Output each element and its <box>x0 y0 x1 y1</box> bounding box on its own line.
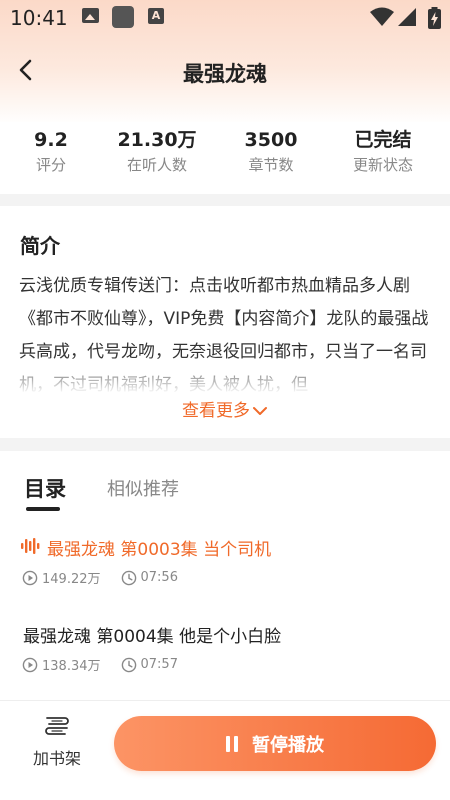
stat-label: 更新状态 <box>352 156 413 174</box>
wifi-icon <box>370 7 394 26</box>
clock-icon <box>121 570 136 585</box>
catalog-section: 目录 相似推荐 最强龙魂 第0003集 当个司机 149.22万 07:56 最… <box>0 451 450 701</box>
intro-section: 简介 云浅优质专辑传送门：点击收听都市热血精品多人剧《都市不败仙尊》，VIP免费… <box>0 206 450 438</box>
album-stats: 9.2 评分 21.30万 在听人数 3500 章节数 已完结 更新状态 <box>0 122 450 194</box>
episode-plays: 149.22万 <box>22 568 101 587</box>
stat-value: 已完结 <box>354 129 412 151</box>
episode-meta: 138.34万 07:57 <box>22 655 198 674</box>
battery-charging-icon <box>428 7 441 29</box>
plays-count: 138.34万 <box>42 659 101 674</box>
bookshelf-icon <box>45 717 69 735</box>
play-circle-icon <box>22 570 38 585</box>
stat-label: 在听人数 <box>126 156 187 174</box>
plays-count: 149.22万 <box>42 572 101 587</box>
add-to-shelf-label: 加书架 <box>32 749 81 768</box>
sound-wave-icon <box>21 538 40 554</box>
keyboard-notification-icon: A <box>148 8 164 24</box>
stat-value: 3500 <box>244 129 298 151</box>
stat-chapters: 3500 章节数 <box>236 126 306 176</box>
episode-item[interactable]: 最强龙魂 第0004集 他是个小白脸 138.34万 07:57 <box>0 622 450 682</box>
stat-label: 评分 <box>35 156 66 174</box>
stat-update-status: 已完结 更新状态 <box>343 126 423 176</box>
pause-icon <box>226 735 242 752</box>
tab-catalog[interactable]: 目录 <box>24 473 66 503</box>
episode-item-playing[interactable]: 最强龙魂 第0003集 当个司机 149.22万 07:56 <box>0 535 450 595</box>
episode-title: 最强龙魂 第0004集 他是个小白脸 <box>23 627 282 647</box>
gallery-notification-icon <box>82 8 99 23</box>
tab-similar[interactable]: 相似推荐 <box>107 475 179 501</box>
app-notification-icon <box>112 6 134 28</box>
pause-playback-label: 暂停播放 <box>252 734 324 756</box>
intro-title: 简介 <box>20 234 60 258</box>
page-title: 最强龙魂 <box>183 62 267 86</box>
status-bar: 10:41 A <box>0 0 450 36</box>
stat-label: 章节数 <box>248 156 294 174</box>
see-more-button[interactable]: 查看更多 <box>0 396 450 421</box>
signal-icon <box>398 8 416 26</box>
episode-meta: 149.22万 07:56 <box>22 568 198 587</box>
duration-text: 07:57 <box>140 657 178 672</box>
play-circle-icon <box>22 657 38 672</box>
episode-plays: 138.34万 <box>22 655 101 674</box>
bottom-action-bar: 加书架 暂停播放 <box>0 700 450 800</box>
chevron-down-icon <box>253 407 267 415</box>
see-more-label: 查看更多 <box>182 401 250 421</box>
episode-duration: 07:56 <box>121 570 178 586</box>
stat-value: 9.2 <box>34 129 68 151</box>
episode-duration: 07:57 <box>121 657 178 673</box>
clock-icon <box>121 657 136 672</box>
nav-header: 最强龙魂 <box>0 44 450 100</box>
status-time: 10:41 <box>10 6 68 30</box>
pause-playback-button[interactable]: 暂停播放 <box>114 716 436 771</box>
episode-title: 最强龙魂 第0003集 当个司机 <box>47 540 272 560</box>
add-to-shelf-button[interactable]: 加书架 <box>26 715 88 769</box>
stat-rating: 9.2 评分 <box>23 126 79 176</box>
stat-listeners: 21.30万 在听人数 <box>106 126 208 176</box>
stat-value: 21.30万 <box>117 129 197 151</box>
duration-text: 07:56 <box>140 570 178 585</box>
tab-indicator <box>26 507 60 511</box>
